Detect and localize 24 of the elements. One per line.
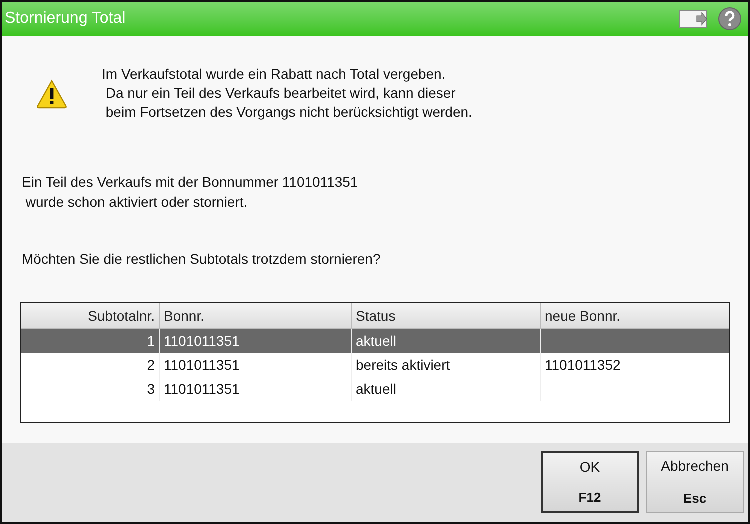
- dialog-button[interactable]: OK F12: [541, 451, 639, 513]
- question-text: Möchten Sie die restlichen Subtotals trotzdem stornieren?: [22, 250, 382, 269]
- table-cell: 1101011352: [545, 357, 621, 373]
- column-header[interactable]: Status: [352, 303, 541, 328]
- table-row[interactable]: 1 1101011351 aktuell: [21, 329, 729, 353]
- column-header[interactable]: neue Bonnr.: [541, 303, 729, 328]
- column-header[interactable]: Subtotalnr.: [21, 303, 160, 328]
- table-cell: bereits aktiviert: [356, 357, 450, 373]
- dialog-button[interactable]: Abbrechen Esc: [646, 451, 744, 513]
- table-cell: 1: [147, 333, 155, 349]
- help-icon[interactable]: [718, 7, 742, 31]
- info-text: Ein Teil des Verkaufs mit der Bonnummer 1101011351 wurde schon aktiviert oder storniert.: [22, 173, 360, 212]
- window-title: Stornierung Total: [5, 9, 126, 29]
- exit-icon[interactable]: [679, 10, 708, 28]
- table-cell: aktuell: [356, 381, 396, 397]
- table-cell: 1101011351: [164, 381, 240, 397]
- table-cell: 3: [147, 381, 155, 397]
- table-cell: 2: [147, 357, 155, 373]
- warning-icon: [36, 78, 68, 108]
- warning-message: Im Verkaufstotal wurde ein Rabatt nach Total vergeben. Da nur ein Teil des Verkaufs bearbeitet wird, kann dieser beim Fortsetzen des Vorgangs nicht berücksichtigt werden.: [102, 65, 472, 122]
- table-cell: 1101011351: [164, 357, 240, 373]
- table-cell: 1101011351: [164, 333, 240, 349]
- column-header[interactable]: Bonnr.: [160, 303, 352, 328]
- table-cell: aktuell: [356, 333, 396, 349]
